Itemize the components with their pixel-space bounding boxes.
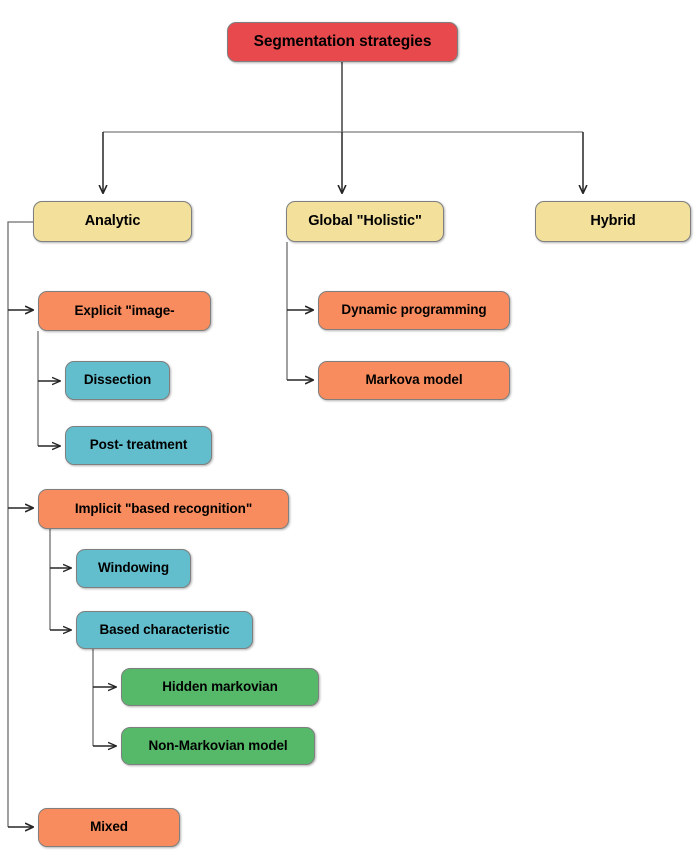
node-windowing[interactable]: Windowing (76, 549, 191, 588)
node-global-holistic[interactable]: Global "Holistic" (286, 201, 444, 242)
node-post-treatment[interactable]: Post- treatment (65, 426, 212, 465)
node-label: Segmentation strategies (253, 33, 432, 51)
node-label: Analytic (84, 212, 141, 229)
node-label: Hybrid (590, 212, 636, 229)
node-label: Global "Holistic" (308, 212, 422, 229)
node-segmentation-strategies[interactable]: Segmentation strategies (227, 22, 458, 62)
node-label: Based characteristic (99, 621, 230, 637)
node-hidden-markovian[interactable]: Hidden markovian (121, 668, 319, 706)
node-implicit-based-recognition[interactable]: Implicit "based recognition" (38, 489, 289, 529)
node-label: Windowing (98, 560, 169, 576)
node-label: Explicit "image- (74, 302, 175, 318)
node-dissection[interactable]: Dissection (65, 361, 170, 400)
segmentation-strategies-diagram: Segmentation strategies Analytic Global … (0, 0, 694, 864)
node-analytic[interactable]: Analytic (33, 201, 192, 242)
connector-analytic-trunk (7, 221, 33, 827)
node-label: Post- treatment (89, 437, 188, 453)
node-dynamic-programming[interactable]: Dynamic programming (318, 291, 510, 330)
node-non-markovian-model[interactable]: Non-Markovian model (121, 727, 315, 765)
node-label: Mixed (90, 819, 128, 835)
node-label: Non-Markovian model (148, 737, 288, 753)
connector-root-to-level1 (103, 62, 583, 133)
node-explicit-image[interactable]: Explicit "image- (38, 291, 211, 331)
node-label: Implicit "based recognition" (74, 500, 253, 516)
node-mixed[interactable]: Mixed (38, 808, 180, 847)
node-label: Dynamic programming (341, 302, 487, 318)
node-hybrid[interactable]: Hybrid (535, 201, 691, 242)
node-label: Dissection (83, 372, 152, 388)
node-label: Hidden markovian (162, 678, 278, 694)
node-based-characteristic[interactable]: Based characteristic (76, 611, 253, 649)
node-markova-model[interactable]: Markova model (318, 361, 510, 400)
node-label: Markova model (365, 372, 463, 388)
